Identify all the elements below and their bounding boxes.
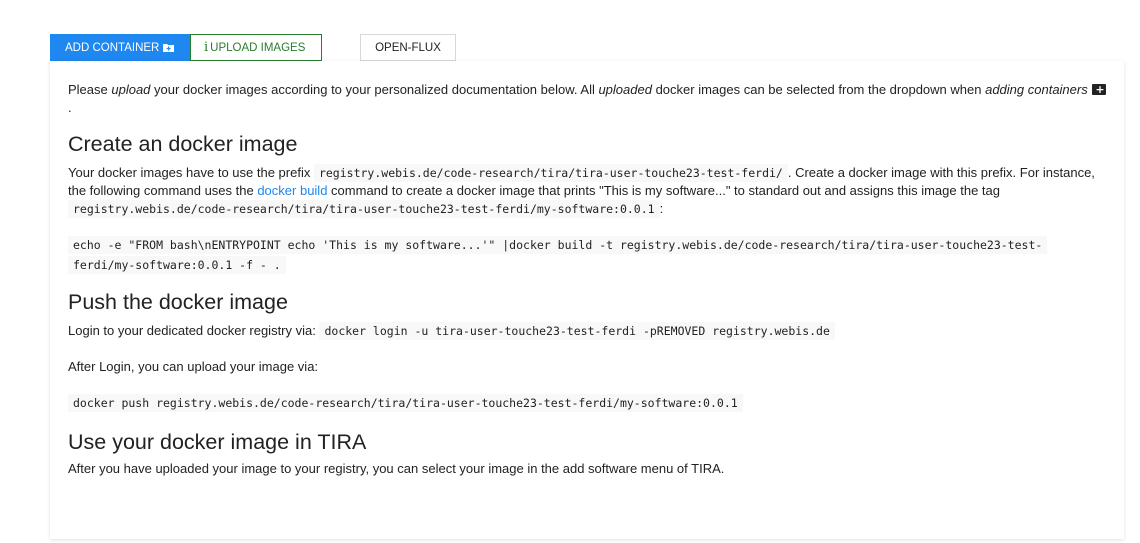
folder-plus-icon: [163, 44, 175, 52]
create-heading: Create an docker image: [68, 132, 298, 156]
push-code: docker push registry.webis.de/code-resea…: [68, 394, 743, 412]
tab-add-container[interactable]: ADD CONTAINER: [50, 34, 190, 61]
push-heading: Push the docker image: [68, 290, 288, 314]
use-heading: Use your docker image in TIRA: [68, 430, 367, 454]
tab-add-container-label: ADD CONTAINER: [65, 41, 160, 54]
tab-open-flux-label: OPEN-FLUX: [375, 41, 441, 54]
tab-upload-images-label: UPLOAD IMAGES: [210, 41, 306, 54]
use-text: After you have uploaded your image to yo…: [68, 461, 725, 476]
create-description: Your docker images have to use the prefi…: [68, 164, 1095, 218]
panel-content: Please upload your docker images accordi…: [68, 81, 1108, 478]
build-command-block: echo -e "FROM bash\nENTRYPOINT echo 'Thi…: [68, 235, 1108, 275]
build-command-line-2: ferdi/my-software:0.0.1 -f - .: [68, 256, 286, 274]
intro-text: Please upload your docker images accordi…: [68, 81, 1108, 117]
intro-em-upload: upload: [111, 82, 151, 97]
info-icon: i: [204, 40, 209, 55]
build-command-line-1: echo -e "FROM bash\nENTRYPOINT echo 'Thi…: [68, 236, 1048, 254]
after-login-text: After Login, you can upload your image v…: [68, 359, 319, 374]
docker-build-link[interactable]: docker build: [257, 183, 327, 198]
login-text: Login to your dedicated docker registry …: [68, 322, 1108, 340]
intro-em-adding: adding containers: [985, 82, 1088, 97]
prefix-code: registry.webis.de/code-research/tira/tir…: [313, 164, 788, 182]
tab-open-flux[interactable]: OPEN-FLUX: [360, 34, 456, 61]
upload-images-panel: Please upload your docker images accordi…: [50, 61, 1124, 539]
push-command-block: docker push registry.webis.de/code-resea…: [68, 394, 1108, 412]
intro-em-uploaded: uploaded: [598, 82, 652, 97]
folder-plus-icon: [1092, 81, 1107, 99]
tab-bar: ADD CONTAINER i UPLOAD IMAGES OPEN-FLUX: [50, 34, 456, 61]
tab-upload-images[interactable]: i UPLOAD IMAGES: [190, 34, 322, 61]
login-code: docker login -u tira-user-touche23-test-…: [319, 322, 835, 340]
tag-code: registry.webis.de/code-research/tira/tir…: [68, 200, 660, 218]
